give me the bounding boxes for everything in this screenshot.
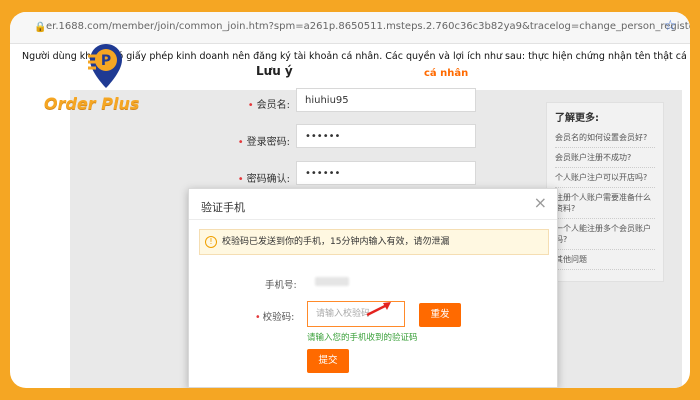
sidebar-link[interactable]: 其他问题 — [555, 250, 655, 270]
red-arrow-icon — [366, 302, 391, 317]
code-label-row: • 校验码: — [255, 312, 295, 323]
code-label: 校验码: — [262, 312, 295, 323]
lock-icon: 🔒 — [34, 22, 47, 33]
sidebar-link[interactable]: 注册个人账户需要准备什么资料? — [555, 188, 655, 219]
confirm-row: • 密码确认: — [237, 174, 290, 185]
close-icon[interactable]: × — [534, 193, 547, 212]
confirm-password-field[interactable]: •••••• — [296, 161, 476, 185]
sidebar-link[interactable]: 一个人能注册多个会员账户吗? — [555, 219, 655, 250]
code-hint: 请输入您的手机收到的验证码 — [307, 333, 418, 343]
password-label: 登录密码: — [246, 137, 290, 148]
phone-number-blurred — [315, 277, 349, 286]
sidebar-link[interactable]: 个人账户注户可以开店吗? — [555, 168, 655, 188]
order-plus-logo: P Order Plus — [44, 42, 140, 124]
verify-phone-modal: 验证手机 × ! 校验码已发送到你的手机，15分钟内输入有效，请勿泄漏 手机号:… — [188, 188, 558, 388]
info-alert: ! 校验码已发送到你的手机，15分钟内输入有效，请勿泄漏 — [199, 229, 549, 255]
submit-button[interactable]: 提交 — [307, 349, 349, 373]
sidebar-title: 了解更多: — [555, 113, 599, 124]
logo-text: Order Plus — [44, 94, 140, 113]
username-row: • 会员名: — [247, 100, 290, 111]
info-icon: ! — [205, 236, 217, 248]
browser-address-bar[interactable]: 🔒 er.1688.com/member/join/common_join.ht… — [10, 12, 690, 44]
svg-text:P: P — [101, 53, 111, 69]
phone-label: 手机号: — [265, 280, 297, 291]
sidebar-link[interactable]: 会员名的如何设置会员好? — [555, 128, 655, 148]
notice-title: Lưu ý — [256, 64, 293, 78]
confirm-label: 密码确认: — [246, 174, 290, 185]
username-label: 会员名: — [256, 100, 290, 111]
alert-text: 校验码已发送到你的手机，15分钟内输入有效，请勿泄漏 — [222, 237, 450, 247]
browser-url[interactable]: er.1688.com/member/join/common_join.htm?… — [46, 21, 690, 32]
bookmark-star-icon[interactable]: ☆ — [664, 18, 677, 34]
modal-divider — [189, 219, 557, 220]
notice-subtitle: cá nhân — [424, 68, 469, 79]
resend-button[interactable]: 重发 — [419, 303, 461, 327]
sidebar-link[interactable]: 会员账户注册不成功? — [555, 148, 655, 168]
username-field[interactable]: hiuhiu95 — [296, 88, 476, 112]
map-pin-logo-icon: P — [88, 44, 122, 88]
password-row: • 登录密码: — [237, 137, 290, 148]
modal-title: 验证手机 — [201, 201, 245, 214]
help-sidebar: 了解更多: 会员名的如何设置会员好? 会员账户注册不成功? 个人账户注户可以开店… — [546, 102, 664, 282]
screenshot-frame: 🔒 er.1688.com/member/join/common_join.ht… — [10, 12, 690, 388]
password-field[interactable]: •••••• — [296, 124, 476, 148]
